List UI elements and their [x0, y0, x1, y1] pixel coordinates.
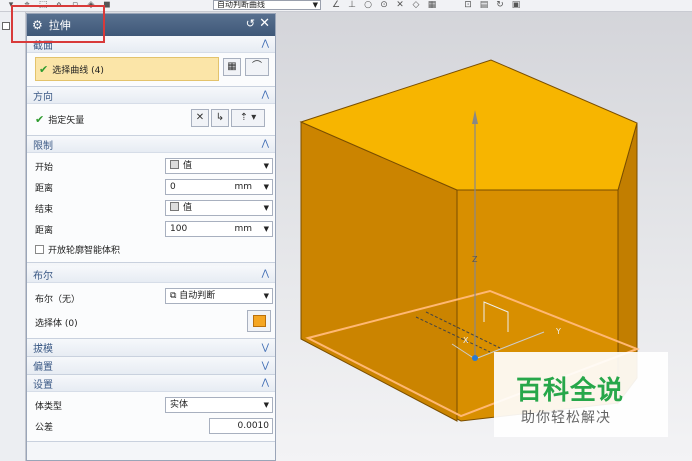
- value-icon: [170, 202, 179, 211]
- axis-z-label: Z: [472, 255, 478, 264]
- curve-rule-select[interactable]: 自动判断曲线 ▼: [213, 0, 321, 10]
- filter-icon[interactable]: ⋄: [54, 1, 64, 10]
- chevron-down-icon: ▼: [312, 1, 318, 9]
- check-icon: ✔: [39, 62, 49, 76]
- chevron-down-icon: ▼: [263, 292, 269, 300]
- end-type-select[interactable]: 值 ▼: [165, 200, 273, 216]
- chevron-down-icon: ⋁: [261, 360, 269, 371]
- settings-group: 设置 ⋀ 体类型 实体 ▼ 公差 0.0010: [27, 375, 275, 442]
- vector-type-dropdown[interactable]: ⇡ ▾: [231, 109, 265, 127]
- intersect-icon[interactable]: ✕: [395, 1, 405, 10]
- end-distance-input[interactable]: 100 mm ▼: [165, 221, 273, 237]
- shape-icon[interactable]: ◈: [86, 1, 96, 10]
- chevron-down-icon: ▼: [263, 225, 269, 233]
- limits-group: 限制 ⋀ 开始 值 ▼ 距离 0 mm ▼ 结束 值 ▼ 距离 100 mm ▼…: [27, 136, 275, 263]
- open-profile-checkbox[interactable]: [35, 244, 44, 254]
- dialog-title-bar[interactable]: ⚙ 拉伸 ↺ ✕: [27, 14, 275, 36]
- refresh-icon[interactable]: ↻: [495, 1, 505, 10]
- vector-dialog-button[interactable]: ↳: [211, 109, 229, 127]
- boolean-icon: ⧉: [170, 291, 180, 301]
- chevron-up-icon: ⋀: [261, 90, 269, 100]
- watermark: 百科全说 助你轻松解决: [494, 352, 668, 437]
- circle-icon[interactable]: ○: [363, 1, 373, 10]
- angle-icon[interactable]: ∠: [331, 1, 341, 10]
- reverse-direction-button[interactable]: ✕: [191, 109, 209, 127]
- value-icon: [170, 160, 179, 169]
- chevron-up-icon: ⋀: [261, 378, 269, 388]
- extrude-dialog: ⚙ 拉伸 ↺ ✕ 截面 ⋀ ✔ 选择曲线 (4) ▦ ⌒ 方向 ⋀ ✔ 指定矢量…: [26, 13, 276, 461]
- section-header[interactable]: 截面 ⋀: [27, 36, 275, 53]
- direction-header[interactable]: 方向 ⋀: [27, 87, 275, 104]
- chevron-up-icon: ⋀: [261, 39, 269, 49]
- body-type-select[interactable]: 实体 ▼: [165, 397, 273, 413]
- chevron-down-icon: ▼: [263, 401, 269, 409]
- start-type-select[interactable]: 值 ▼: [165, 158, 273, 174]
- part-navigator-icon[interactable]: [2, 22, 10, 30]
- reset-icon[interactable]: ↺: [246, 17, 255, 30]
- snap-icon[interactable]: ⌖: [22, 1, 32, 10]
- box-select-icon[interactable]: ▫: [70, 1, 80, 10]
- chevron-up-icon: ⋀: [261, 139, 269, 149]
- watermark-title: 百科全说: [516, 376, 625, 406]
- offset-group: 偏置 ⋁: [27, 357, 275, 375]
- start-distance-input[interactable]: 0 mm ▼: [165, 179, 273, 195]
- center-icon[interactable]: ⊙: [379, 1, 389, 10]
- axis-y-label: Y: [555, 327, 561, 336]
- direction-group: 方向 ⋀ ✔ 指定矢量 ✕ ↳ ⇡ ▾: [27, 87, 275, 136]
- cube-icon[interactable]: ◼: [102, 1, 112, 10]
- section-group: 截面 ⋀ ✔ 选择曲线 (4) ▦ ⌒: [27, 36, 275, 87]
- boolean-group: 布尔 ⋀ 布尔（无） ⧉ 自动判断 ▼ 选择体 (0): [27, 266, 275, 339]
- chevron-down-icon: ▼: [263, 204, 269, 212]
- resource-bar: [0, 12, 26, 461]
- chevron-up-icon: ⋀: [261, 269, 269, 279]
- curve-select-button[interactable]: ⌒: [245, 58, 269, 76]
- watermark-subtitle: 助你轻松解决: [521, 410, 611, 426]
- select-curve-field[interactable]: ✔ 选择曲线 (4): [35, 57, 219, 81]
- tolerance-input[interactable]: 0.0010: [209, 418, 273, 434]
- draft-group: 拔模 ⋁: [27, 339, 275, 357]
- sketch-section-button[interactable]: ▦: [223, 58, 241, 76]
- grid-icon[interactable]: ▦: [427, 1, 437, 10]
- chevron-down-icon: ▼: [263, 162, 269, 170]
- boolean-select[interactable]: ⧉ 自动判断 ▼: [165, 288, 273, 304]
- select-body-button[interactable]: [247, 310, 271, 332]
- fit-icon[interactable]: ⊡: [463, 1, 473, 10]
- dropdown-icon[interactable]: ▾: [6, 1, 16, 10]
- top-toolbar: ▾ ⌖ ⬚ ⋄ ▫ ◈ ◼ 自动判断曲线 ▼ ⊤ ⇨ ✥ ╱ ∕ ( ∠ ⊥ ○…: [0, 0, 692, 12]
- chevron-down-icon: ⋁: [261, 342, 269, 353]
- view-icon[interactable]: ▣: [511, 1, 521, 10]
- settings-header[interactable]: 设置 ⋀: [27, 375, 275, 392]
- check-icon: ✔: [35, 112, 45, 126]
- close-icon[interactable]: ✕: [259, 16, 270, 31]
- measure-icon[interactable]: ◇: [411, 1, 421, 10]
- tangent-icon[interactable]: ⊥: [347, 1, 357, 10]
- limits-header[interactable]: 限制 ⋀: [27, 136, 275, 153]
- chevron-down-icon: ▼: [263, 183, 269, 191]
- draft-header[interactable]: 拔模 ⋁: [27, 339, 275, 356]
- cube-icon: [253, 315, 266, 327]
- doc-icon[interactable]: ▤: [479, 1, 489, 10]
- select-icon[interactable]: ⬚: [38, 1, 48, 10]
- dialog-title: 拉伸: [48, 19, 71, 32]
- axis-x-label: X: [463, 336, 469, 345]
- offset-header[interactable]: 偏置 ⋁: [27, 357, 275, 374]
- origin-point: [472, 355, 478, 361]
- boolean-header[interactable]: 布尔 ⋀: [27, 266, 275, 283]
- gear-icon: ⚙: [32, 18, 43, 32]
